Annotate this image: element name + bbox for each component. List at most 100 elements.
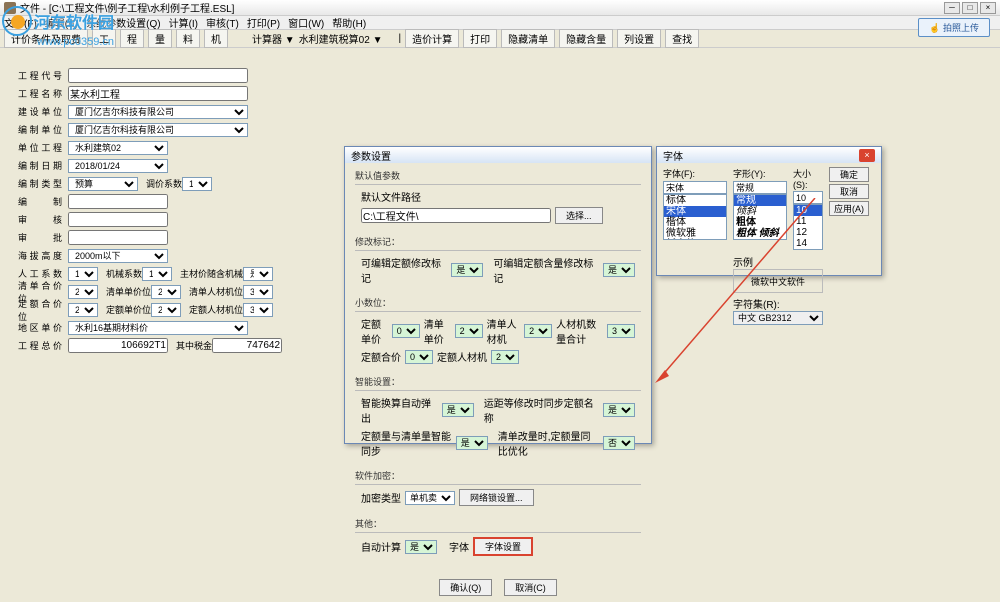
style-list[interactable]: 常规 倾斜 粗体 粗体 倾斜 (733, 194, 787, 240)
dehj-select[interactable]: 2 (68, 303, 98, 317)
tb-search[interactable]: 查找 (665, 29, 699, 48)
tb-colset[interactable]: 列设置 (617, 29, 661, 48)
d5-select[interactable]: 0 (405, 350, 433, 364)
tb-hidelist[interactable]: 隐藏清单 (501, 29, 555, 48)
tb-liao[interactable]: 料 (176, 29, 200, 48)
font-size-input[interactable] (793, 191, 823, 204)
shenhei-input[interactable] (68, 212, 168, 227)
sample-box: 微软中文软件 (733, 269, 823, 293)
lbl-shenpi: 审 批 (18, 231, 62, 244)
close-icon[interactable]: × (980, 2, 996, 14)
s4-select[interactable]: 否 (603, 436, 635, 450)
tb-cheng[interactable]: 程 (120, 29, 144, 48)
area-select[interactable]: 水利16基期材料价 (68, 321, 248, 335)
lbl-shenhei: 审 核 (18, 213, 62, 226)
unit-proj-select[interactable]: 水利建筑02 (68, 141, 168, 155)
s2-select[interactable]: 是 (603, 403, 635, 417)
tb-hideqty[interactable]: 隐藏含量 (559, 29, 613, 48)
menu-file[interactable]: 文件(F) (4, 15, 37, 30)
lbl-sample: 示例 (733, 254, 823, 269)
derc-select[interactable]: 3 (243, 303, 273, 317)
grp-smart: 智能设置： (355, 375, 641, 388)
maximize-icon[interactable]: □ (962, 2, 978, 14)
grp-other: 其他： (355, 517, 641, 530)
tb-calc-ddl[interactable]: 计算器 ▼ (252, 31, 295, 46)
coef-select[interactable]: 1 (182, 177, 212, 191)
date-select[interactable]: 2018/01/24 (68, 159, 168, 173)
rengong-select[interactable]: 1 (68, 267, 98, 281)
project-name-input[interactable] (68, 86, 248, 101)
qdhj-select[interactable]: 2 (68, 285, 98, 299)
param-dlg-title[interactable]: 参数设置 (345, 147, 651, 163)
compile-unit-select[interactable]: 厦门亿吉尔科技有限公司 (68, 123, 248, 137)
menu-window[interactable]: 窗口(W) (288, 15, 324, 30)
tb-cond[interactable]: 计价条件及取费 (4, 29, 88, 48)
tb-tax-ddl[interactable]: 水利建筑税算02 ▼ (299, 31, 383, 46)
menu-audit[interactable]: 审核(T) (206, 15, 239, 30)
bianzhi-input[interactable] (68, 194, 168, 209)
m2-select[interactable]: 是 (603, 263, 635, 277)
lbl-charset: 字符集(R): (733, 296, 823, 311)
haiba-select[interactable]: 2000m以下 (68, 249, 168, 263)
lbl-jixie: 机械系数 (106, 267, 142, 280)
auto-select[interactable]: 是 (405, 540, 437, 554)
font-cancel-button[interactable]: 取消 (829, 184, 869, 199)
lbl-compile: 编制单位 (18, 123, 62, 136)
path-input[interactable] (361, 208, 551, 223)
qdrc-select[interactable]: 3 (243, 285, 273, 299)
enc-select[interactable]: 单机卖 (405, 491, 455, 505)
tb-gong[interactable]: 工 (92, 29, 116, 48)
param-cancel-button[interactable]: 取消(C) (504, 579, 557, 596)
font-list[interactable]: 标体 宋体 楷体 微软雅 新宋体 (663, 194, 727, 240)
font-close-icon[interactable]: × (859, 149, 875, 162)
tb-print[interactable]: 打印 (463, 29, 497, 48)
font-style-input[interactable] (733, 181, 787, 194)
shenpi-input[interactable] (68, 230, 168, 245)
d1-select[interactable]: 0 (392, 324, 420, 338)
font-dlg-title[interactable]: 字体× (657, 147, 881, 163)
lbl-fontsize: 大小(S): (793, 167, 823, 190)
netlock-button[interactable]: 网络锁设置... (459, 489, 534, 506)
type-select[interactable]: 预算 (68, 177, 138, 191)
font-name-input[interactable] (663, 181, 727, 194)
project-code-input[interactable] (68, 68, 248, 83)
font-ok-button[interactable]: 确定 (829, 167, 869, 182)
window-title: 文件 - [C:\工程文件\例子工程\水利例子工程.ESL] (20, 0, 234, 15)
project-form: 工程代号 工程名称 建设单位厦门亿吉尔科技有限公司 编制单位厦门亿吉尔科技有限公… (18, 68, 388, 356)
menu-edit[interactable]: 编辑(E) (45, 15, 78, 30)
d6-select[interactable]: 2 (491, 350, 519, 364)
tax-input[interactable] (212, 338, 282, 353)
toolbar: 计价条件及取费 工 程 量 料 机 计算器 ▼ 水利建筑税算02 ▼ | 造价计… (0, 30, 1000, 48)
jixie-select[interactable]: 1 (142, 267, 172, 281)
browse-button[interactable]: 选择... (555, 207, 603, 224)
param-ok-button[interactable]: 确认(Q) (439, 579, 492, 596)
menu-calc[interactable]: 计算(I) (169, 15, 198, 30)
tb-pricecalc[interactable]: 造价计算 (405, 29, 459, 48)
build-unit-select[interactable]: 厦门亿吉尔科技有限公司 (68, 105, 248, 119)
menu-help[interactable]: 帮助(H) (332, 15, 366, 30)
upload-photo-button[interactable]: ☝ 拍照上传 (918, 18, 990, 37)
m1-select[interactable]: 是 (451, 263, 483, 277)
lbl-dehj: 定额合价位 (18, 297, 62, 323)
lbl-qdrc: 清单人材机位 (189, 285, 243, 298)
menu-system[interactable]: 系统参数设置(Q) (86, 15, 160, 30)
d4-select[interactable]: 3 (607, 324, 635, 338)
tb-liang[interactable]: 量 (148, 29, 172, 48)
font-settings-button[interactable]: 字体设置 (473, 537, 533, 556)
font-dialog: 字体× 字体(F): 标体 宋体 楷体 微软雅 新宋体 字形(Y): 常规 倾斜… (656, 146, 882, 276)
s3-select[interactable]: 是 (456, 436, 488, 450)
tb-ji[interactable]: 机 (204, 29, 228, 48)
charset-select[interactable]: 中文 GB2312 (733, 311, 823, 325)
font-apply-button[interactable]: 应用(A) (829, 201, 869, 216)
qddj-select[interactable]: 2 (151, 285, 181, 299)
dedj-select[interactable]: 2 (151, 303, 181, 317)
d2-select[interactable]: 2 (455, 324, 483, 338)
lbl-fontname: 字体(F): (663, 167, 727, 180)
size-list[interactable]: 10 11 12 14 16 18 20 (793, 204, 823, 250)
total-input[interactable] (68, 338, 168, 353)
s1-select[interactable]: 是 (442, 403, 474, 417)
zhucai-select[interactable]: 是 (243, 267, 273, 281)
minimize-icon[interactable]: ─ (944, 2, 960, 14)
menu-print[interactable]: 打印(P) (247, 15, 280, 30)
d3-select[interactable]: 2 (524, 324, 552, 338)
